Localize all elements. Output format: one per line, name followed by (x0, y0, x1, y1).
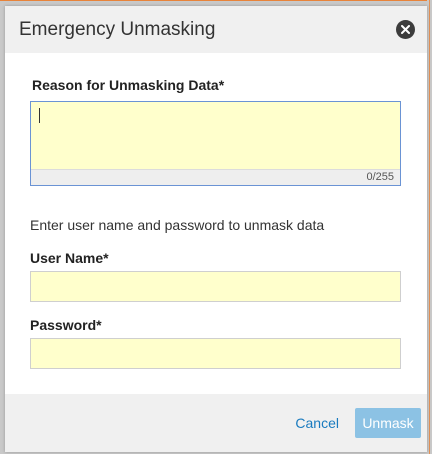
accent-line-vertical (429, 0, 430, 454)
text-caret (39, 108, 40, 123)
reason-textarea[interactable] (31, 102, 400, 169)
accent-line (0, 0, 432, 1)
dialog-body: Reason for Unmasking Data* 0/255 Enter u… (5, 53, 427, 394)
credentials-hint: Enter user name and password to unmask d… (30, 217, 325, 233)
char-counter: 0/255 (366, 171, 394, 183)
password-label: Password* (30, 317, 102, 333)
username-input[interactable] (30, 271, 401, 302)
dialog-title: Emergency Unmasking (19, 18, 216, 40)
reason-label: Reason for Unmasking Data* (32, 77, 225, 93)
dialog-footer: Cancel Unmask (5, 394, 427, 452)
reason-counter-bar: 0/255 (31, 169, 400, 185)
emergency-unmasking-dialog: Emergency Unmasking Reason for Unmasking… (5, 6, 427, 452)
dialog-header: Emergency Unmasking (5, 6, 427, 53)
close-icon[interactable] (396, 20, 415, 39)
username-label: User Name* (30, 250, 109, 266)
password-input[interactable] (30, 338, 401, 369)
reason-field: 0/255 (30, 101, 401, 186)
unmask-button[interactable]: Unmask (355, 408, 421, 438)
cancel-button[interactable]: Cancel (295, 415, 339, 431)
background-right-strip (427, 0, 432, 454)
